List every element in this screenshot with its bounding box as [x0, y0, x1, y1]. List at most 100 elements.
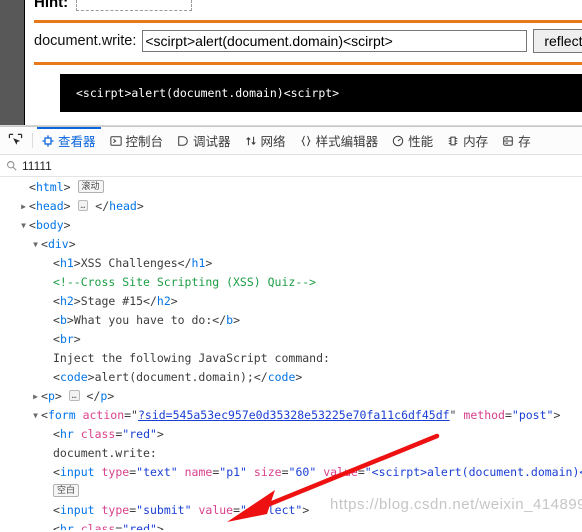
- markup-tag: p: [47, 389, 55, 403]
- markup-tree-row[interactable]: <hr class="red">: [0, 520, 582, 530]
- markup-punct: >: [63, 180, 71, 194]
- markup-txt: What you have to do:: [73, 313, 213, 327]
- markup-val: "<scirpt>alert(document.domain)<scirpt>": [364, 465, 582, 479]
- markup-punct: >: [156, 522, 164, 530]
- markup-punct: >: [73, 294, 81, 308]
- markup-attr: value: [323, 465, 358, 479]
- twisty-closed-icon[interactable]: ▶: [30, 387, 41, 406]
- tab-memory-label: 内存: [463, 135, 489, 149]
- markup-tree-row[interactable]: <input type="text" name="p1" size="60" v…: [0, 463, 582, 482]
- markup-val: "post": [511, 408, 554, 422]
- markup-tag: head: [35, 199, 64, 213]
- markup-tree-row[interactable]: ▼ <div>: [0, 235, 582, 254]
- tab-style-editor[interactable]: 样式编辑器: [293, 127, 386, 154]
- tab-debugger-label: 调试器: [193, 135, 231, 149]
- markup-punct: >: [295, 370, 303, 384]
- node-badge[interactable]: 空白: [53, 484, 80, 497]
- twisty-closed-icon[interactable]: ▶: [18, 197, 29, 216]
- markup-tree-row[interactable]: <!--Cross Site Scripting (XSS) Quiz-->: [0, 273, 582, 292]
- markup-punct: </: [212, 313, 227, 327]
- markup-tree-row[interactable]: <html> 滚动: [0, 178, 582, 197]
- markup-tree-row[interactable]: <h2>Stage #15</h2>: [0, 292, 582, 311]
- markup-tag: h1: [191, 256, 206, 270]
- markup-punct: <: [29, 218, 36, 232]
- twisty-open-icon[interactable]: ▼: [18, 216, 29, 235]
- collapsed-children-icon[interactable]: …: [68, 390, 80, 401]
- markup-tree-row[interactable]: <b>What you have to do:</b>: [0, 311, 582, 330]
- tab-storage[interactable]: 存: [495, 127, 538, 154]
- markup-tag: h1: [59, 256, 74, 270]
- divider-bottom: [34, 62, 582, 65]
- markup-tag: input: [59, 465, 95, 479]
- markup-punct: >: [63, 218, 71, 232]
- markup-val: "text": [136, 465, 178, 479]
- markup-attr: method: [463, 408, 505, 422]
- hint-box[interactable]: [76, 0, 193, 11]
- twisty-open-icon[interactable]: ▼: [30, 406, 41, 425]
- markup-tree-row[interactable]: 空白: [0, 482, 582, 501]
- tab-memory[interactable]: 内存: [440, 127, 495, 154]
- markup-attr: size: [253, 465, 282, 479]
- markup-punct: >: [66, 313, 74, 327]
- twisty-open-icon[interactable]: ▼: [30, 235, 41, 254]
- markup-tree-row[interactable]: document.write:: [0, 444, 582, 463]
- markup-punct: <: [41, 408, 48, 422]
- markup-tree-row[interactable]: ▶ <head> … </head>: [0, 197, 582, 216]
- markup-tag: h2: [156, 294, 171, 308]
- collapsed-children-icon[interactable]: …: [77, 200, 89, 211]
- markup-tag: input: [59, 503, 95, 517]
- markup-punct: >: [136, 199, 144, 213]
- markup-tree[interactable]: <html> 滚动 ▶ <head> … </head> ▼ <body> ▼ <div> …: [0, 177, 582, 530]
- markup-punct: </: [86, 389, 101, 403]
- markup-punct: =: [504, 408, 512, 422]
- markup-tree-row[interactable]: ▼ <form action="?sid=545a53ec957e0d35328e…: [0, 406, 582, 425]
- markup-tag: hr: [59, 427, 74, 441]
- markup-tree-row[interactable]: <hr class="red">: [0, 425, 582, 444]
- tab-storage-label: 存: [518, 135, 531, 149]
- markup-tag: html: [35, 180, 64, 194]
- markup-punct: >: [54, 389, 62, 403]
- markup-txt: alert(document.domain);: [94, 370, 254, 384]
- markup-punct: <: [29, 199, 36, 213]
- reflect-button[interactable]: reflect: [533, 29, 582, 53]
- markup-tree-row[interactable]: Inject the following JavaScript command:: [0, 349, 582, 368]
- markup-tree-row[interactable]: ▼ <body>: [0, 216, 582, 235]
- tab-console[interactable]: 控制台: [103, 127, 171, 154]
- style-editor-icon: [300, 135, 312, 147]
- element-picker-button[interactable]: [0, 127, 30, 154]
- debugger-icon: [177, 135, 189, 147]
- markup-punct: <: [53, 522, 60, 530]
- markup-punct: </: [253, 370, 268, 384]
- markup-punct: <: [53, 313, 60, 327]
- markup-valink[interactable]: ?sid=545a53ec957e0d35328e53225e70fa11c6d…: [138, 408, 450, 422]
- tab-debugger[interactable]: 调试器: [170, 127, 238, 154]
- page-left-gutter: [0, 0, 25, 130]
- markup-punct: >: [233, 313, 241, 327]
- markup-punct: >: [73, 256, 81, 270]
- markup-punct: >: [68, 237, 76, 251]
- markup-tree-row[interactable]: <br>: [0, 330, 582, 349]
- tab-network[interactable]: 网络: [238, 127, 293, 154]
- markup-tree-row[interactable]: <code>alert(document.domain);</code>: [0, 368, 582, 387]
- markup-tree-row[interactable]: ▶ <p> … </p>: [0, 387, 582, 406]
- markup-txt: Stage #15: [80, 294, 144, 308]
- devtools-toolbar: 查看器 控制台 调试器 网络 样式编辑器 性能 内存 存: [0, 127, 582, 155]
- markup-tree-row[interactable]: <h1>XSS Challenges</h1>: [0, 254, 582, 273]
- markup-punct: <: [53, 332, 60, 346]
- node-badge[interactable]: 滚动: [77, 180, 104, 193]
- payload-input[interactable]: [142, 30, 528, 52]
- markup-val: "reflect": [240, 503, 303, 517]
- markup-punct: <: [53, 256, 60, 270]
- markup-comment: <!--Cross Site Scripting (XSS) Quiz-->: [53, 275, 317, 289]
- markup-search-bar[interactable]: 11111: [0, 155, 582, 177]
- markup-txt: Inject the following JavaScript command:: [53, 351, 330, 365]
- tab-inspector[interactable]: 查看器: [35, 127, 103, 154]
- tab-performance[interactable]: 性能: [385, 127, 440, 154]
- markup-tree-row[interactable]: <input type="submit" value="reflect">: [0, 501, 582, 520]
- markup-punct: <: [41, 237, 48, 251]
